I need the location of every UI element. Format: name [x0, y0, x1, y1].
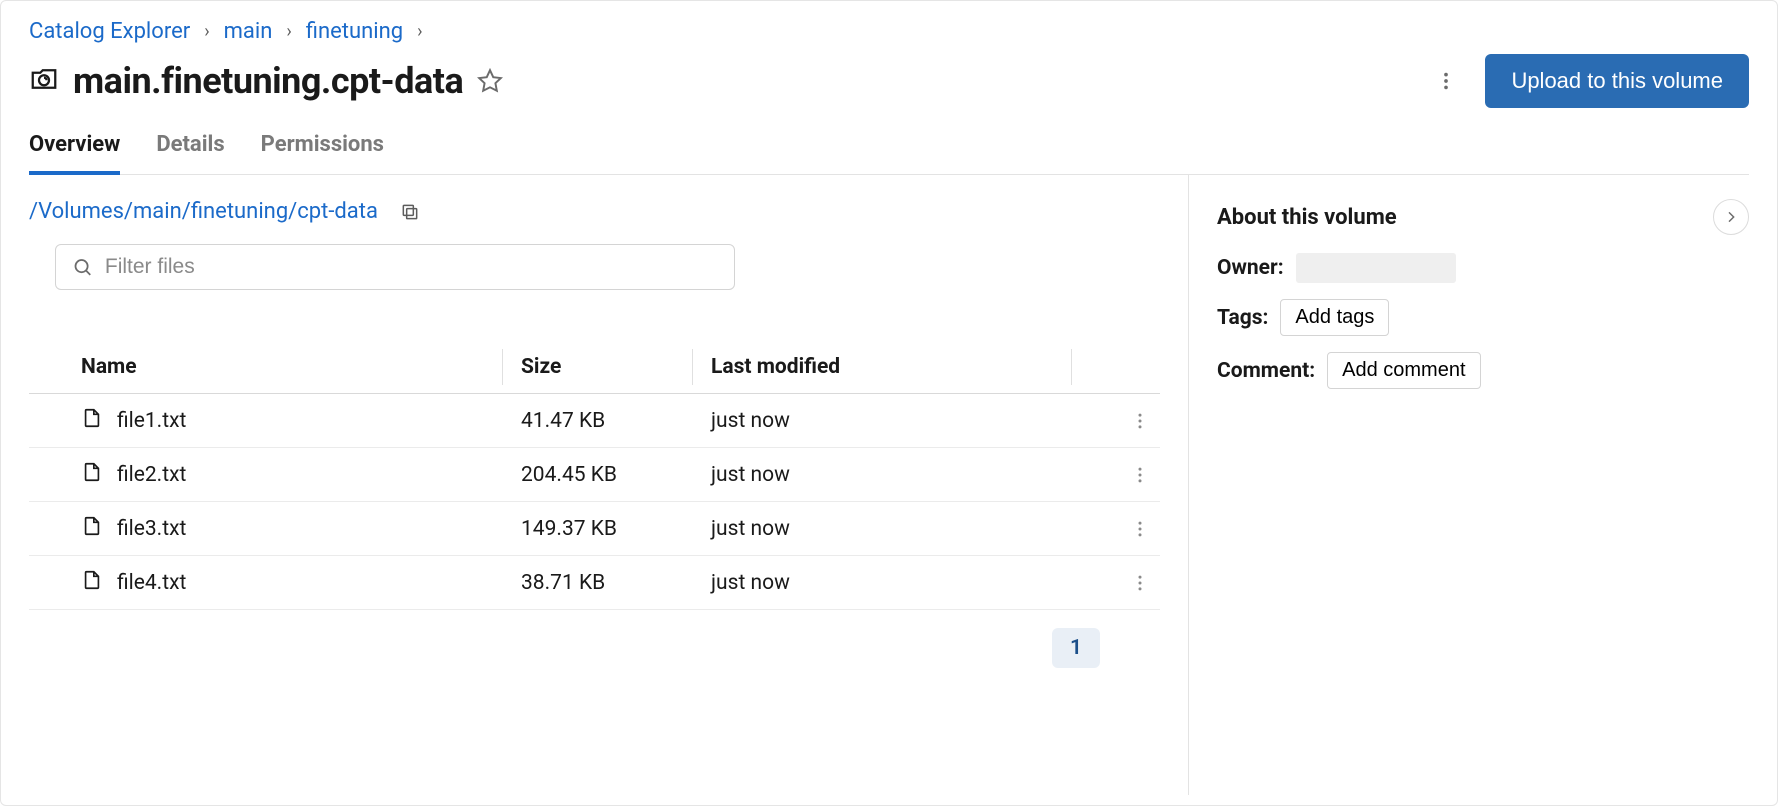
filter-files-input-wrap[interactable] [55, 244, 735, 290]
file-size: 149.37 KB [521, 517, 711, 541]
table-row[interactable]: file2.txt 204.45 KBjust now [29, 448, 1160, 502]
col-header-name[interactable]: Name [81, 355, 521, 379]
file-name: file1.txt [117, 409, 186, 433]
volume-icon [29, 64, 59, 98]
tags-label: Tags: [1217, 306, 1268, 330]
breadcrumb-item-main[interactable]: main [224, 19, 273, 44]
file-size: 41.47 KB [521, 409, 711, 433]
file-size: 38.71 KB [521, 571, 711, 595]
page-title: main.finetuning.cpt-data [73, 60, 463, 102]
file-modified: just now [711, 517, 1090, 541]
tab-permissions[interactable]: Permissions [261, 126, 384, 175]
file-icon [81, 461, 103, 489]
chevron-right-icon [1723, 209, 1739, 225]
row-more-actions-icon[interactable] [1130, 465, 1150, 485]
tab-details[interactable]: Details [156, 126, 224, 175]
file-size: 204.45 KB [521, 463, 711, 487]
file-modified: just now [711, 463, 1090, 487]
breadcrumb: Catalog Explorer › main › finetuning › [29, 19, 1749, 44]
table-row[interactable]: file4.txt 38.71 KBjust now [29, 556, 1160, 610]
chevron-right-icon: › [417, 21, 422, 42]
file-icon [81, 515, 103, 543]
file-modified: just now [711, 571, 1090, 595]
file-icon [81, 569, 103, 597]
table-row[interactable]: file1.txt 41.47 KBjust now [29, 394, 1160, 448]
col-header-modified[interactable]: Last modified [711, 355, 1090, 379]
file-modified: just now [711, 409, 1090, 433]
about-heading: About this volume [1217, 205, 1397, 230]
copy-icon[interactable] [400, 202, 420, 222]
files-table: Name Size Last modified file1.txt 41.47 K… [29, 340, 1160, 610]
owner-value [1296, 253, 1456, 283]
chevron-right-icon: › [286, 21, 291, 42]
row-more-actions-icon[interactable] [1130, 519, 1150, 539]
add-tags-button[interactable]: Add tags [1280, 299, 1389, 336]
comment-label: Comment: [1217, 359, 1315, 383]
chevron-right-icon: › [204, 21, 209, 42]
page-button-1[interactable]: 1 [1052, 628, 1100, 668]
file-icon [81, 407, 103, 435]
row-more-actions-icon[interactable] [1130, 411, 1150, 431]
file-name: file3.txt [117, 517, 186, 541]
row-more-actions-icon[interactable] [1130, 573, 1150, 593]
file-name: file2.txt [117, 463, 186, 487]
favorite-star-icon[interactable] [477, 68, 503, 94]
volume-path-link[interactable]: /Volumes/main/finetuning/cpt-data [29, 199, 378, 224]
file-name: file4.txt [117, 571, 186, 595]
breadcrumb-item-finetuning[interactable]: finetuning [306, 19, 403, 44]
table-row[interactable]: file3.txt 149.37 KBjust now [29, 502, 1160, 556]
more-actions-icon[interactable] [1429, 64, 1463, 98]
add-comment-button[interactable]: Add comment [1327, 352, 1480, 389]
owner-label: Owner: [1217, 256, 1284, 280]
search-icon [72, 256, 93, 278]
breadcrumb-root[interactable]: Catalog Explorer [29, 19, 190, 44]
collapse-panel-button[interactable] [1713, 199, 1749, 235]
tabs: Overview Details Permissions [29, 126, 1749, 175]
filter-files-input[interactable] [105, 255, 718, 279]
col-header-size[interactable]: Size [521, 355, 711, 379]
tab-overview[interactable]: Overview [29, 126, 120, 175]
upload-button[interactable]: Upload to this volume [1485, 54, 1749, 108]
